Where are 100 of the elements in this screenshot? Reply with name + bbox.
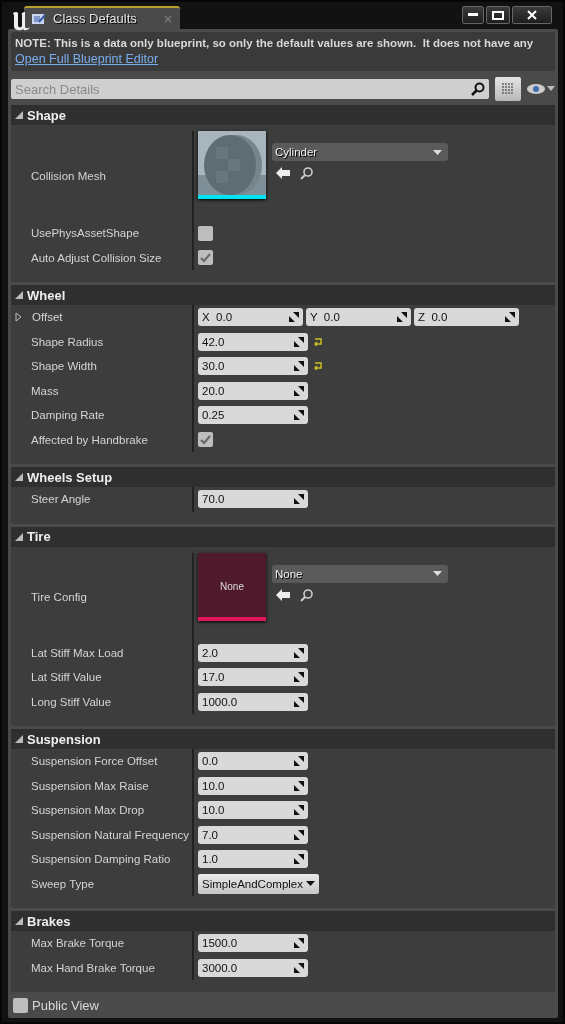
checkbox[interactable] bbox=[198, 250, 213, 266]
logo-icon bbox=[10, 10, 32, 32]
section-header[interactable]: Tire bbox=[11, 526, 555, 547]
open-editor-link[interactable]: Open Full Blueprint Editor bbox=[15, 52, 159, 66]
drag-arrows-icon bbox=[294, 756, 304, 767]
collapse-triangle-icon[interactable] bbox=[15, 735, 23, 743]
property-label: Shape Radius bbox=[31, 335, 104, 348]
drag-arrows-icon bbox=[294, 647, 304, 658]
vector-field[interactable]: Z 0.0 bbox=[414, 308, 519, 327]
number-field[interactable]: 0.0 bbox=[198, 752, 308, 771]
close-button[interactable] bbox=[512, 6, 552, 24]
checkmark-icon bbox=[200, 252, 211, 263]
drag-arrows-icon bbox=[294, 805, 304, 816]
number-field[interactable]: 10.0 bbox=[198, 801, 308, 820]
drag-arrows-icon bbox=[294, 854, 304, 865]
drag-arrows-icon bbox=[294, 336, 304, 347]
search-field[interactable]: Search Details bbox=[11, 79, 489, 99]
search-icon bbox=[471, 82, 485, 96]
property-label: Tire Config bbox=[31, 590, 87, 603]
collapse-triangle-icon[interactable] bbox=[15, 291, 23, 299]
checkbox[interactable] bbox=[198, 432, 213, 448]
property-label: Mass bbox=[31, 384, 59, 397]
section-header[interactable]: Brakes bbox=[11, 911, 555, 931]
number-field[interactable]: 10.0 bbox=[198, 776, 308, 795]
drag-arrows-icon bbox=[294, 780, 304, 791]
asset-dropdown[interactable]: None bbox=[272, 564, 448, 583]
drag-arrows-icon bbox=[289, 312, 299, 323]
vector-field[interactable]: Y 0.0 bbox=[306, 308, 411, 327]
number-field[interactable]: 70.0 bbox=[198, 490, 308, 509]
property-label: Collision Mesh bbox=[31, 170, 106, 182]
vector-field[interactable]: X 0.0 bbox=[198, 308, 303, 327]
number-field[interactable]: 30.0 bbox=[198, 357, 308, 376]
property-label: Offset bbox=[32, 311, 63, 324]
class-defaults-tab[interactable]: Class Defaults bbox=[24, 6, 180, 29]
collapse-triangle-icon[interactable] bbox=[15, 473, 23, 481]
left-arrow-icon[interactable] bbox=[276, 167, 290, 179]
reset-arrow-icon[interactable] bbox=[314, 337, 323, 346]
minimize-button[interactable] bbox=[462, 6, 484, 24]
collapse-triangle-icon[interactable] bbox=[15, 532, 23, 541]
view-options-button[interactable] bbox=[495, 77, 521, 101]
caret-icon bbox=[433, 149, 442, 155]
property-label: Damping Rate bbox=[31, 409, 105, 422]
asset-dropdown[interactable]: Cylinder bbox=[272, 143, 448, 161]
drag-arrows-icon bbox=[294, 494, 304, 505]
asset-thumbnail[interactable]: None bbox=[198, 552, 266, 621]
left-arrow-icon[interactable] bbox=[276, 588, 290, 601]
sweep-type-dropdown[interactable]: SimpleAndComplex bbox=[198, 873, 319, 894]
number-field[interactable]: 42.0 bbox=[198, 332, 308, 351]
property-label: Suspension Max Drop bbox=[31, 804, 145, 817]
number-field[interactable]: 2.0 bbox=[198, 643, 308, 662]
caret-icon bbox=[306, 881, 315, 887]
drag-arrows-icon bbox=[397, 312, 407, 323]
number-field[interactable]: 17.0 bbox=[198, 668, 308, 687]
section-header[interactable]: Shape bbox=[11, 105, 555, 125]
section-header[interactable]: Suspension bbox=[11, 729, 555, 749]
collapse-triangle-icon[interactable] bbox=[15, 917, 23, 925]
number-field[interactable]: 0.25 bbox=[198, 406, 308, 425]
property-label: Shape Width bbox=[31, 360, 97, 373]
drag-arrows-icon bbox=[505, 312, 515, 323]
drag-arrows-icon bbox=[294, 672, 304, 683]
property-label: Suspension Force Offset bbox=[31, 755, 158, 768]
property-label: Suspension Max Raise bbox=[31, 779, 149, 792]
property-label: Affected by Handbrake bbox=[31, 433, 148, 446]
reset-arrow-icon[interactable] bbox=[314, 362, 323, 371]
number-field[interactable]: 20.0 bbox=[198, 381, 308, 400]
number-field[interactable]: 1500.0 bbox=[198, 934, 308, 953]
section-header[interactable]: Wheels Setup bbox=[11, 467, 555, 487]
caret-icon bbox=[433, 571, 442, 576]
property-label: Sweep Type bbox=[31, 877, 95, 890]
number-field[interactable]: 3000.0 bbox=[198, 958, 308, 977]
property-label: Auto Adjust Collision Size bbox=[31, 251, 162, 264]
property-label: Suspension Damping Ratio bbox=[31, 853, 171, 866]
property-label: Steer Angle bbox=[31, 493, 91, 506]
checkbox[interactable] bbox=[13, 997, 28, 1013]
drag-arrows-icon bbox=[294, 361, 304, 372]
expand-triangle-icon[interactable] bbox=[15, 312, 22, 323]
collapse-triangle-icon[interactable] bbox=[15, 111, 23, 119]
number-field[interactable]: 1.0 bbox=[198, 850, 308, 869]
search-icon[interactable] bbox=[300, 588, 313, 602]
drag-arrows-icon bbox=[294, 938, 304, 949]
public-view-label: Public View bbox=[32, 997, 99, 1013]
number-field[interactable]: 7.0 bbox=[198, 825, 308, 844]
property-label: UsePhysAssetShape bbox=[31, 227, 140, 240]
search-icon[interactable] bbox=[300, 167, 313, 180]
maximize-icon bbox=[492, 10, 504, 20]
property-label: Max Hand Brake Torque bbox=[31, 961, 155, 974]
property-label: Long Stiff Value bbox=[31, 695, 112, 708]
eye-dropdown-icon[interactable] bbox=[527, 83, 555, 95]
drag-arrows-icon bbox=[294, 696, 304, 707]
asset-thumbnail[interactable] bbox=[198, 131, 266, 199]
note-text: NOTE: This is a data only blueprint, so only the default values are shown. It does not have any bbox=[15, 37, 535, 49]
section-header[interactable]: Wheel bbox=[11, 285, 555, 305]
minimize-icon bbox=[468, 13, 478, 17]
checkbox[interactable] bbox=[198, 225, 213, 241]
drag-arrows-icon bbox=[294, 829, 304, 840]
property-label: Lat Stiff Value bbox=[31, 671, 102, 684]
maximize-button[interactable] bbox=[486, 6, 510, 24]
property-label: Lat Stiff Max Load bbox=[31, 646, 124, 659]
number-field[interactable]: 1000.0 bbox=[198, 692, 308, 711]
property-label: Max Brake Torque bbox=[31, 937, 125, 950]
